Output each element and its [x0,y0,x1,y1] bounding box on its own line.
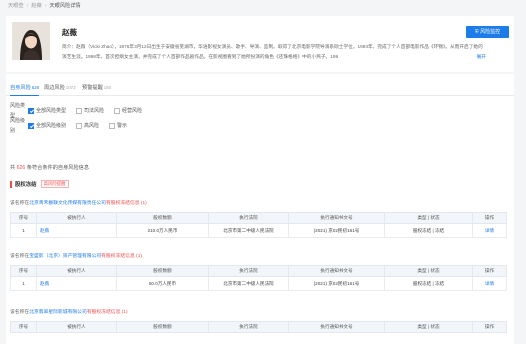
table-row: 1 赵薇 50.0万人民币 北京市第二中级人民法院 (2021) 京02民初16… [10,276,507,291]
tab-warning[interactable]: 预警提醒160 [82,82,111,96]
breadcrumb-current: 天眼风险详情 [49,3,81,9]
risk-type-filter: 风险类型 全部风险类型 司法风险 经营风险 [10,103,152,119]
checkbox-checked[interactable] [28,123,34,129]
table-header: 序号 被执行人 股权数额 执行法院 执行通知书文号 类型 | 状态 操作 [10,265,507,277]
filter-option-all-levels[interactable]: 全部风险级别 [28,121,66,131]
equity-freeze-table: 序号 被执行人 股权数额 执行法院 执行通知书文号 类型 | 状态 操作 1 赵薇 50.0… [10,265,507,291]
equity-freeze-table: 序号 被执行人 股权数额 执行法院 执行通知书文号 类型 | 状态 操作 1 赵薇 210.… [10,212,507,238]
breadcrumb: 天眼查 › 赵薇 › 天眼风险详情 [8,2,81,11]
detail-link[interactable]: 详情 [472,223,507,238]
risk-level-filter: 风险级别 全部风险级别 高风险 警示 [10,118,137,134]
filter-option-high[interactable]: 高风险 [76,121,99,131]
person-link[interactable]: 赵薇 [36,223,117,238]
result-summary: 共 626 条符合条件的自身风险信息 [10,165,90,171]
company-link[interactable]: 宝盛影（北京）资产管理有限公司 [29,254,101,259]
table-header: 序号 被执行人 股权数额 执行法院 执行通知书文号 类型 | 状态 操作 [10,321,507,333]
checkbox[interactable] [76,108,83,114]
filter-option-all-types[interactable]: 全部风险类型 [28,106,66,116]
group-title: 该名称在北京青禾群联文化传媒有限责任公司有股权冻结信息 (1) [10,201,147,206]
breadcrumb-separator: › [44,3,47,9]
bio-text: 简介：赵薇（Vicki Zhao），1976年3月12日出生于安徽省芜湖市，华语… [62,44,483,59]
risk-tabs: 自身风险626 周边风险1073 预警提醒160 [6,82,514,96]
group-title: 该名称在宝盛影（北京）资产管理有限公司有股权冻结信息 (1) [10,254,142,259]
filter-option-warning[interactable]: 警示 [109,121,127,131]
equity-freeze-table: 序号 被执行人 股权数额 执行法院 执行通知书文号 类型 | 状态 操作 [10,321,507,333]
breadcrumb-parent[interactable]: 赵薇 [31,2,41,11]
filter-label: 风险级别 [10,118,26,134]
group-title: 该名称在北京翡翠星际影城有限公司有股权冻结信息 (1) [10,310,128,315]
detail-link[interactable]: 详情 [472,276,507,291]
risk-monitor-button[interactable]: ⛨ 风险监控 [466,26,509,38]
section-title: 股权冻结 [15,182,37,188]
person-name: 赵薇 [62,28,77,37]
avatar [12,22,50,60]
checkbox[interactable] [109,123,116,129]
expand-bio-link[interactable]: 展开 [474,52,486,62]
breadcrumb-separator: › [26,3,29,9]
section-marker [10,180,12,188]
result-count: 626 [16,165,26,171]
tab-surrounding-risk[interactable]: 周边风险1073 [44,82,76,96]
profile-card: 赵薇 ⛨ 风险监控 简介：赵薇（Vicki Zhao），1976年3月12日出生… [6,16,514,72]
filter-option-business[interactable]: 经营风险 [114,106,142,116]
person-bio: 简介：赵薇（Vicki Zhao），1976年3月12日出生于安徽省芜湖市，华语… [62,42,486,62]
breadcrumb-home[interactable]: 天眼查 [8,2,24,11]
company-link[interactable]: 北京青禾群联文化传媒有限责任公司 [29,201,106,206]
checkbox[interactable] [76,123,83,129]
high-risk-badge: 高风险提醒 [40,180,69,188]
checkbox-checked[interactable] [28,108,34,114]
section-equity-freeze: 股权冻结 高风险提醒 [10,180,69,188]
risk-monitor-label: 风险监控 [480,29,501,35]
table-header: 序号 被执行人 股权数额 执行法院 执行通知书文号 类型 | 状态 操作 [10,212,507,224]
person-link[interactable]: 赵薇 [36,276,117,291]
risk-panel: 自身风险626 周边风险1073 预警提醒160 风险类型 全部风险类型 司法风… [6,74,514,344]
company-link[interactable]: 北京翡翠星际影城有限公司 [29,310,87,315]
tab-self-risk[interactable]: 自身风险626 [10,82,40,96]
checkbox[interactable] [114,108,121,114]
table-row: 1 赵薇 210.0万人民币 北京市第二中级人民法院 (2021) 京02民初1… [10,223,507,238]
filter-option-judicial[interactable]: 司法风险 [76,106,104,116]
